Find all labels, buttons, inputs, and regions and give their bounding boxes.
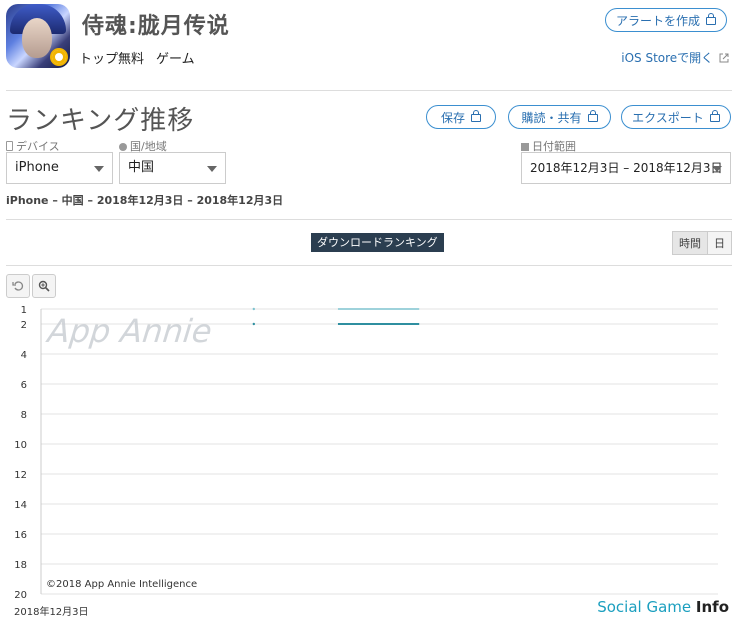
- export-label: エクスポート: [632, 111, 704, 125]
- export-button[interactable]: エクスポート: [621, 105, 731, 129]
- chevron-down-icon: [94, 166, 104, 172]
- y-tick-label: 8: [21, 410, 27, 421]
- country-select[interactable]: 中国: [119, 152, 226, 184]
- ios-store-link[interactable]: iOS Storeで開く: [621, 49, 729, 66]
- app-annie-watermark: App Annie: [46, 312, 214, 350]
- globe-icon: [119, 143, 127, 151]
- date-range-value: 2018年12月3日 – 2018年12月3日: [530, 161, 723, 175]
- x-axis-date-label: 2018年12月3日: [14, 607, 89, 618]
- create-alert-label: アラートを作成: [615, 14, 700, 28]
- chart-series: [252, 307, 420, 326]
- device-icon: [6, 141, 13, 151]
- subscribe-share-button[interactable]: 購読・共有: [508, 105, 611, 129]
- app-icon-face: [22, 18, 52, 58]
- brand-part2: Info: [695, 598, 729, 616]
- zoom-in-button[interactable]: [32, 274, 56, 298]
- country-select-value: 中国: [128, 160, 155, 175]
- y-tick-label: 12: [14, 470, 27, 481]
- chevron-down-icon: [207, 166, 217, 172]
- header-divider: [6, 90, 732, 91]
- lock-icon: [587, 110, 598, 122]
- date-range-select[interactable]: 2018年12月3日 – 2018年12月3日: [521, 152, 731, 184]
- subscribe-share-label: 購読・共有: [521, 111, 582, 125]
- undo-icon: [12, 281, 24, 291]
- series-point: [252, 322, 255, 326]
- filter-summary: iPhone – 中国 – 2018年12月3日 – 2018年12月3日: [6, 194, 284, 207]
- lock-icon: [471, 110, 481, 122]
- y-tick-label: 18: [14, 560, 27, 571]
- download-ranking-tab[interactable]: ダウンロードランキング: [311, 233, 444, 252]
- calendar-icon: [521, 143, 529, 151]
- chart-grid: [40, 308, 718, 595]
- y-tick-label: 2: [21, 320, 27, 331]
- y-tick-label: 14: [14, 500, 27, 511]
- save-label: 保存: [440, 111, 465, 125]
- zoom-in-icon: [38, 280, 50, 292]
- lock-icon: [709, 110, 720, 122]
- category-tag[interactable]: ゲーム: [156, 48, 195, 67]
- y-tick-label: 6: [21, 380, 27, 391]
- brand-logo: Social Game Info: [597, 598, 729, 616]
- lock-icon: [706, 13, 716, 25]
- y-axis-ticks: 12468101214161820: [14, 305, 27, 600]
- chart-copyright: ©2018 App Annie Intelligence: [46, 579, 198, 590]
- save-button[interactable]: 保存: [426, 105, 496, 129]
- publisher-logo-icon: [52, 50, 66, 64]
- granularity-hourly-button[interactable]: 時間: [672, 231, 708, 255]
- device-select[interactable]: iPhone: [6, 152, 113, 184]
- series-point: [252, 307, 255, 311]
- brand-part1: Social Game: [597, 598, 696, 616]
- y-tick-label: 4: [21, 350, 27, 361]
- y-tick-label: 1: [21, 305, 27, 316]
- y-tick-label: 16: [14, 530, 27, 541]
- section-title: ランキング推移: [6, 106, 195, 136]
- ios-store-label: iOS Storeで開く: [621, 51, 714, 65]
- y-tick-label: 20: [14, 590, 27, 600]
- summary-divider: [6, 219, 732, 220]
- external-link-icon: [719, 53, 729, 63]
- y-tick-label: 10: [14, 440, 27, 451]
- app-title: 侍魂:胧月传说: [82, 14, 230, 39]
- chart-divider: [6, 265, 732, 266]
- reset-zoom-button[interactable]: [6, 274, 30, 298]
- granularity-daily-button[interactable]: 日: [707, 231, 732, 255]
- chevron-down-icon: [712, 166, 722, 172]
- device-select-value: iPhone: [15, 160, 59, 175]
- rank-tag[interactable]: トップ無料: [79, 48, 144, 67]
- create-alert-button[interactable]: アラートを作成: [605, 8, 727, 32]
